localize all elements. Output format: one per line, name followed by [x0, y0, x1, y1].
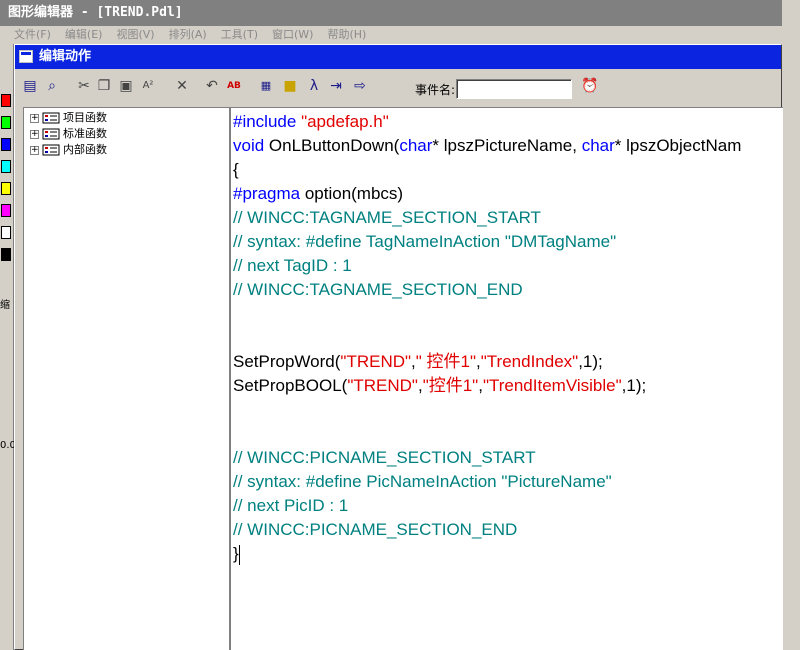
menu-file[interactable]: 文件(F) [14, 26, 51, 44]
code-string: "apdefap.h" [301, 112, 389, 131]
code-keyword: #include [233, 112, 302, 131]
code-string: "控件1" [422, 376, 479, 395]
app-title-bar: 图形编辑器 - [TREND.Pdl] [0, 0, 782, 26]
code-line: #pragma option(mbcs) [233, 182, 403, 206]
lambda-icon[interactable]: λ [305, 77, 323, 95]
code-text: * lpszPictureName, [432, 136, 582, 155]
cube-icon[interactable]: ■ [281, 77, 299, 95]
code-line: { [233, 160, 239, 179]
undo-icon[interactable]: ↶ [203, 77, 221, 95]
dialog-title: 编辑动作 [39, 49, 92, 64]
app-menu-bar: 文件(F) 编辑(E) 视图(V) 排列(A) 工具(T) 窗口(W) 帮助(H) [0, 26, 782, 44]
code-comment: // next TagID : 1 [233, 256, 352, 275]
tree-item-standard-functions[interactable]: + 标准函数 [30, 126, 107, 142]
palette-label: 缩 [0, 300, 10, 311]
edit-action-dialog: 编辑动作 ▤ ⌕ ✂ ❐ ▣ A² ✕ ↶ AB ▦ ■ λ ⇥ ⇨ 事件名: … [14, 44, 783, 650]
code-text: SetPropBOOL( [233, 376, 348, 395]
code-comment: // WINCC:TAGNAME_SECTION_START [233, 208, 541, 227]
palette-swatch-cyan[interactable] [1, 160, 11, 173]
code-comment: // WINCC:PICNAME_SECTION_START [233, 448, 536, 467]
menu-help[interactable]: 帮助(H) [327, 26, 366, 44]
code-editor[interactable]: #include "apdefap.h" void OnLButtonDown(… [231, 107, 783, 650]
import-icon[interactable]: ⇥ [327, 77, 345, 95]
code-keyword: #pragma [233, 184, 301, 203]
tree-item-label: 项目函数 [63, 111, 107, 124]
code-text: * lpszObjectNam [614, 136, 742, 155]
function-book-icon [42, 144, 60, 156]
app-right-edge [782, 0, 800, 650]
palette-swatch-green[interactable] [1, 116, 11, 129]
code-keyword: void [233, 136, 265, 155]
code-line: } [233, 542, 240, 566]
tree-item-label: 标准函数 [63, 127, 107, 140]
screen: 图形编辑器 - [TREND.Pdl] 文件(F) 编辑(E) 视图(V) 排列(A)… [0, 0, 800, 650]
palette-swatch-white[interactable] [1, 226, 11, 239]
function-book-icon [42, 128, 60, 140]
copy-icon[interactable]: ❐ [95, 77, 113, 95]
code-string: "TrendIndex" [480, 352, 579, 371]
tree-item-project-functions[interactable]: + 项目函数 [30, 110, 107, 126]
menu-arrange[interactable]: 排列(A) [169, 26, 207, 44]
code-comment: // syntax: #define TagNameInAction "DMTa… [233, 232, 617, 251]
menu-window[interactable]: 窗口(W) [272, 26, 313, 44]
menu-edit[interactable]: 编辑(E) [65, 26, 103, 44]
dialog-title-bar[interactable]: 编辑动作 [15, 45, 781, 69]
code-keyword: char [581, 136, 615, 155]
delete-icon[interactable]: ✕ [173, 77, 191, 95]
expand-icon[interactable]: + [30, 129, 39, 139]
code-text: OnLButtonDown( [264, 136, 400, 155]
code-text: SetPropWord( [233, 352, 341, 371]
function-book-icon [42, 112, 60, 124]
code-comment: // syntax: #define PicNameInAction "Pict… [233, 472, 612, 491]
code-text: ,1); [621, 376, 647, 395]
cut-icon[interactable]: ✂ [75, 77, 93, 95]
tree-item-label: 内部函数 [63, 143, 107, 156]
app-title: 图形编辑器 - [TREND.Pdl] [8, 5, 183, 20]
window-icon [19, 50, 33, 63]
code-text: option(mbcs) [300, 184, 404, 203]
palette-swatch-red[interactable] [1, 94, 11, 107]
palette-swatch-magenta[interactable] [1, 204, 11, 217]
code-line: SetPropWord("TREND"," 控件1","TrendIndex",… [233, 350, 603, 374]
code-comment: // next PicID : 1 [233, 496, 349, 515]
search-icon[interactable]: ⌕ [43, 77, 61, 95]
code-line: SetPropBOOL("TREND","控件1","TrendItemVisi… [233, 374, 646, 398]
code-comment: // WINCC:PICNAME_SECTION_END [233, 520, 518, 539]
abc-color-icon[interactable]: AB [225, 77, 243, 95]
menu-tools[interactable]: 工具(T) [221, 26, 258, 44]
palette-swatch-black[interactable] [1, 248, 11, 261]
tree-item-internal-functions[interactable]: + 内部函数 [30, 142, 107, 158]
expand-icon[interactable]: + [30, 145, 39, 155]
palette-swatch-blue[interactable] [1, 138, 11, 151]
code-string: " 控件1" [415, 352, 477, 371]
code-comment: // WINCC:TAGNAME_SECTION_END [233, 280, 523, 299]
paste-icon[interactable]: ▣ [117, 77, 135, 95]
palette-swatch-yellow[interactable] [1, 182, 11, 195]
code-line: void OnLButtonDown(char* lpszPictureName… [233, 134, 741, 158]
code-keyword: char [399, 136, 433, 155]
color-palette: 缩 0.0 [0, 44, 16, 650]
menu-view[interactable]: 视图(V) [116, 26, 154, 44]
code-string: "TREND" [347, 376, 418, 395]
event-name-input[interactable] [456, 79, 572, 99]
alarm-icon[interactable]: ⏰ [581, 77, 599, 95]
abc-icon[interactable]: A² [139, 77, 157, 95]
code-line: #include "apdefap.h" [233, 110, 389, 134]
save-icon[interactable]: ▤ [21, 77, 39, 95]
dialog-toolbar: ▤ ⌕ ✂ ❐ ▣ A² ✕ ↶ AB ▦ ■ λ ⇥ ⇨ 事件名: ⏰ [15, 69, 781, 105]
text-cursor [238, 544, 240, 565]
event-name-label: 事件名: [415, 83, 456, 97]
code-string: "TrendItemVisible" [482, 376, 622, 395]
expand-icon[interactable]: + [30, 113, 39, 123]
code-text: ,1); [578, 352, 603, 371]
tag-icon[interactable]: ▦ [257, 77, 275, 95]
function-tree: + 项目函数 + 标准函数 + 内部函数 [23, 107, 229, 650]
code-string: "TREND" [340, 352, 412, 371]
export-icon[interactable]: ⇨ [351, 77, 369, 95]
